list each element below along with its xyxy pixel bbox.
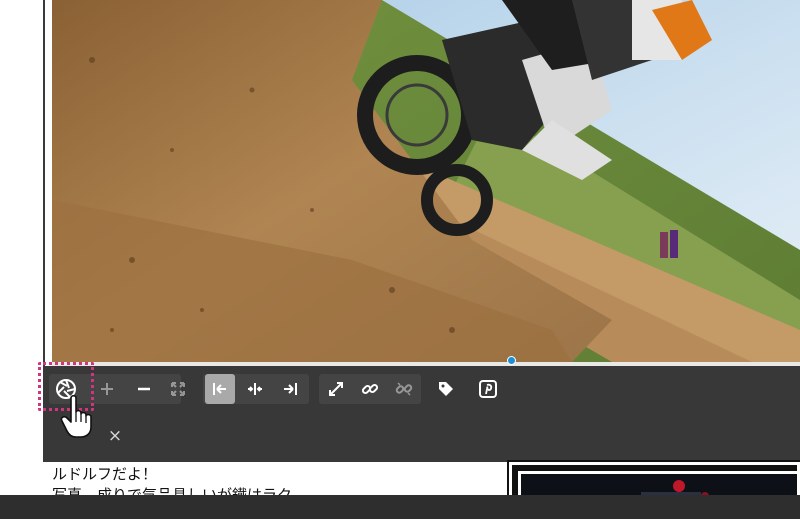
pinterest-icon[interactable] — [473, 374, 503, 404]
expand-icon[interactable] — [321, 374, 351, 404]
add-icon[interactable] — [92, 374, 122, 404]
resize-handle[interactable] — [507, 356, 516, 365]
tag-icon[interactable] — [431, 374, 461, 404]
align-right-icon[interactable] — [275, 374, 305, 404]
hand-pointer-icon — [60, 394, 94, 438]
remove-icon[interactable] — [129, 374, 159, 404]
editor-frame: × ルドルフだよ！ 写真…成りで気品具しいが鐵はラク… — [0, 0, 800, 519]
close-toolbar-icon[interactable]: × — [105, 426, 125, 446]
align-center-icon[interactable] — [240, 374, 270, 404]
motocross-photo[interactable] — [52, 0, 800, 362]
fullscreen-icon[interactable] — [163, 374, 193, 404]
bottom-status-bar — [0, 495, 800, 519]
unlink-icon[interactable] — [389, 374, 419, 404]
body-line-1: ルドルフだよ！ — [52, 465, 158, 483]
link-icon[interactable] — [355, 374, 385, 404]
image-toolbar: × — [43, 366, 800, 462]
align-left-icon[interactable] — [205, 374, 235, 404]
